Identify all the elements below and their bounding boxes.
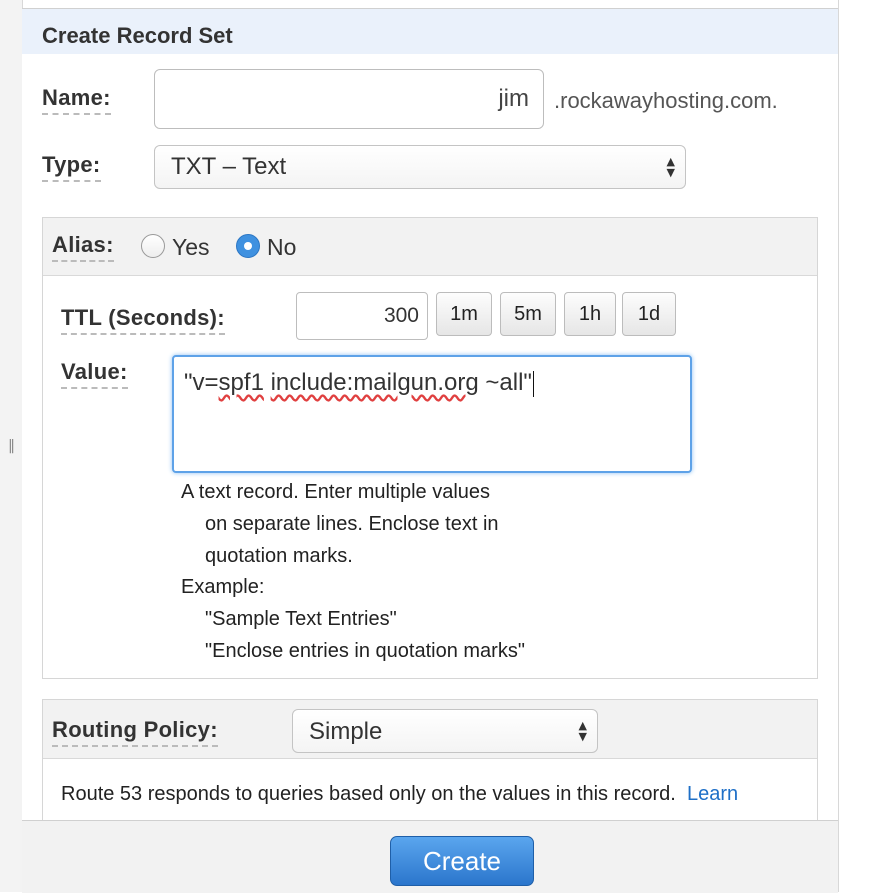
ttl-input[interactable]	[296, 292, 428, 340]
alias-no-label[interactable]: No	[267, 234, 296, 261]
left-sidebar-strip: ‖	[0, 0, 23, 892]
help-line-3: quotation marks.	[205, 545, 353, 567]
help-example-label: Example:	[181, 576, 265, 598]
right-margin	[838, 0, 878, 892]
alias-no-radio[interactable]	[236, 234, 260, 258]
ttl-1m-button[interactable]: 1m	[436, 292, 492, 336]
select-arrows-icon: ▲ ▼	[666, 155, 675, 179]
resize-grip-icon[interactable]: ‖	[8, 438, 15, 454]
routing-policy-label: Routing Policy:	[52, 717, 218, 747]
create-record-set-panel: Create Record Set Name: .rockawayhosting…	[22, 8, 838, 893]
type-select[interactable]: TXT – Text ▲ ▼	[154, 145, 686, 189]
text-caret	[532, 370, 534, 397]
panel-header: Create Record Set	[22, 9, 838, 54]
name-input[interactable]	[154, 69, 544, 129]
value-textarea[interactable]: "v=spf1 include:mailgun.org ~all"	[172, 355, 692, 473]
type-selected-value: TXT – Text	[171, 153, 287, 180]
ttl-1h-button[interactable]: 1h	[564, 292, 616, 336]
alias-yes-radio[interactable]	[141, 234, 165, 258]
ttl-5m-button[interactable]: 5m	[500, 292, 556, 336]
create-button[interactable]: Create	[390, 836, 534, 886]
help-line-1: A text record. Enter multiple values	[181, 481, 491, 503]
learn-more-link[interactable]: Learn	[687, 783, 738, 805]
help-example-1: "Sample Text Entries"	[205, 608, 397, 630]
alias-yes-label[interactable]: Yes	[172, 234, 210, 261]
help-line-2: on separate lines. Enclose text in	[205, 513, 499, 535]
ttl-label: TTL (Seconds):	[61, 305, 225, 335]
alias-label: Alias:	[52, 232, 114, 262]
name-label: Name:	[42, 85, 111, 115]
help-example-2: "Enclose entries in quotation marks"	[205, 640, 525, 662]
routing-policy-description: Route 53 responds to queries based only …	[61, 783, 739, 805]
domain-suffix: .rockawayhosting.com.	[554, 88, 778, 113]
value-label: Value:	[61, 359, 128, 389]
panel-title: Create Record Set	[42, 23, 233, 48]
ttl-1d-button[interactable]: 1d	[622, 292, 676, 336]
routing-policy-select[interactable]: Simple ▲ ▼	[292, 709, 598, 753]
select-arrows-icon: ▲ ▼	[578, 719, 587, 743]
routing-selected-value: Simple	[309, 718, 383, 745]
type-label: Type:	[42, 152, 101, 182]
dialog-footer: Create	[22, 820, 838, 893]
